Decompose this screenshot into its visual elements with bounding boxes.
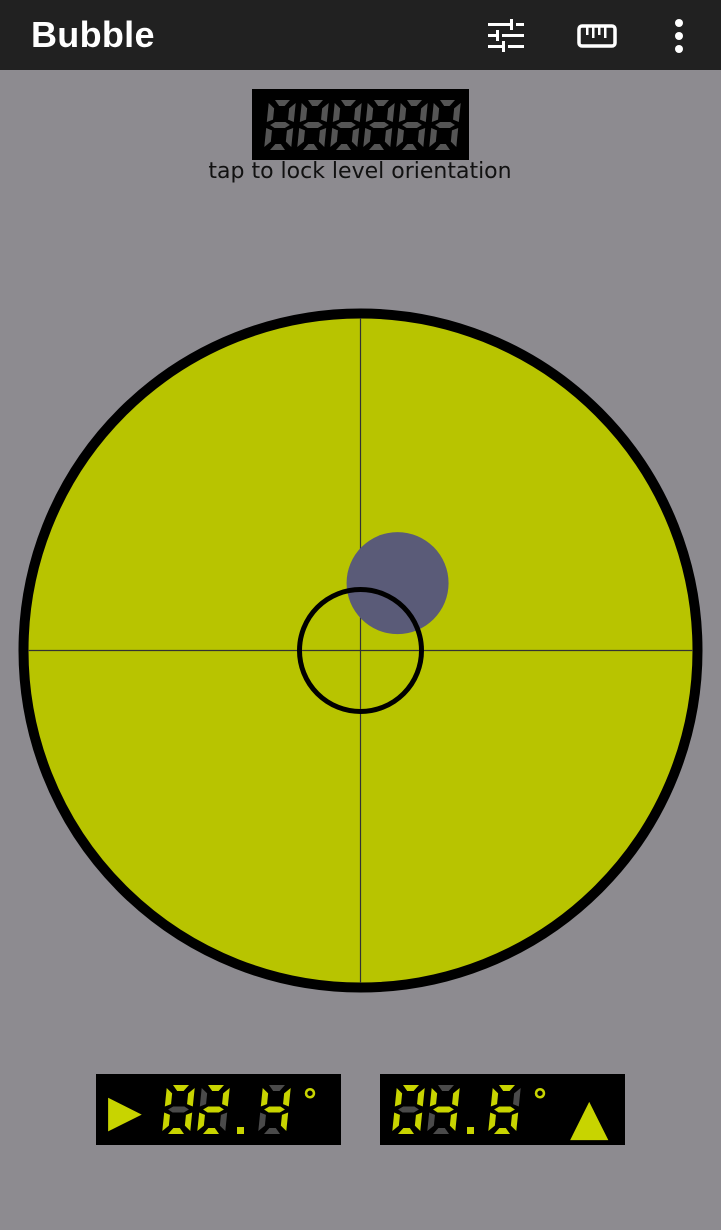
seven-segment-digit	[197, 1085, 230, 1134]
seven-segment-digit	[330, 100, 362, 150]
direction-indicator: ▶	[108, 1086, 142, 1137]
direction-indicator: ▲	[570, 1088, 609, 1145]
seven-segment-digit	[392, 1085, 425, 1134]
decimal-point	[237, 1127, 244, 1134]
app-bar: Bubble	[0, 0, 721, 70]
seven-segment-digit	[297, 100, 329, 150]
bubble-level	[18, 308, 703, 993]
decimal-point	[467, 1127, 474, 1134]
ruler-icon[interactable]	[577, 16, 617, 56]
degree-symbol: °	[532, 1082, 548, 1120]
seven-segment-digit	[488, 1085, 521, 1134]
seven-segment-digit	[429, 100, 461, 150]
seven-segment-digit	[396, 100, 428, 150]
degree-symbol: °	[302, 1082, 318, 1120]
lock-orientation-display[interactable]	[252, 89, 469, 160]
seven-segment-digit	[264, 100, 296, 150]
seven-segment-digit	[427, 1085, 460, 1134]
tune-icon[interactable]	[486, 16, 526, 56]
lock-hint-text: tap to lock level orientation	[208, 159, 512, 184]
seven-segment-digit	[162, 1085, 195, 1134]
seven-segment-digit	[258, 1085, 291, 1134]
seven-segment-digit	[363, 100, 395, 150]
level-bubble	[346, 532, 449, 635]
readout-vertical: ° ▲	[380, 1074, 625, 1145]
more-vert-icon[interactable]	[659, 16, 699, 56]
readout-horizontal: ▶ °	[96, 1074, 341, 1145]
app-title: Bubble	[31, 14, 155, 55]
